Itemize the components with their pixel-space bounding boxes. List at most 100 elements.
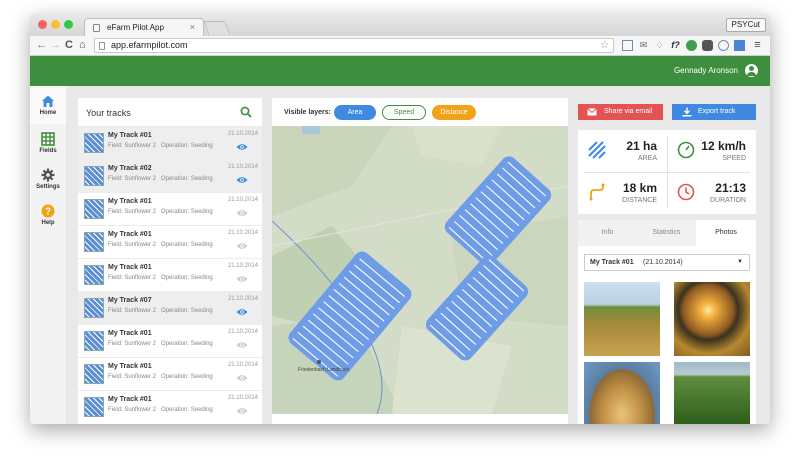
- layers-label: Visible layers:: [284, 109, 331, 116]
- track-row[interactable]: My Track #01 Field: Sunflower 2 Operation…: [78, 324, 262, 357]
- sidebar-item-home[interactable]: Home: [30, 88, 66, 124]
- forward-icon[interactable]: →: [50, 39, 61, 51]
- track-row[interactable]: My Track #02 Field: Sunflower 2 Operation…: [78, 159, 262, 192]
- track-meta: Field: Sunflower 2 Operation: Seeding: [108, 275, 213, 281]
- bookmark-star-icon[interactable]: ☆: [600, 39, 609, 52]
- layer-toggle-area[interactable]: Area: [334, 105, 376, 120]
- distance-label: DISTANCE: [622, 197, 657, 204]
- stat-speed: 12 km/h SPEED: [667, 130, 756, 172]
- download-icon: [682, 107, 692, 117]
- back-icon[interactable]: ←: [36, 39, 47, 51]
- visibility-eye-icon[interactable]: [236, 374, 248, 382]
- visibility-eye-icon[interactable]: [236, 407, 248, 415]
- export-track-button[interactable]: Export track: [672, 104, 756, 120]
- track-date: 21.10.2014: [227, 230, 258, 236]
- track-row[interactable]: My Track #01 Field: Sunflower 2 Operation…: [78, 126, 262, 159]
- maximize-window-button[interactable]: [64, 20, 73, 29]
- home-browser-icon[interactable]: ⌂: [79, 39, 86, 51]
- reload-icon[interactable]: C: [65, 39, 73, 51]
- speedometer-icon: [677, 141, 695, 159]
- stat-distance: 18 km DISTANCE: [578, 172, 667, 214]
- home-icon: [42, 95, 54, 107]
- clock-icon: [677, 183, 695, 201]
- track-name: My Track #01: [108, 363, 152, 370]
- url-text: app.efarmpilot.com: [111, 40, 188, 50]
- track-field: Field: Sunflower 2: [108, 308, 157, 314]
- help-icon: ?: [41, 204, 55, 218]
- tab-photos[interactable]: Photos: [696, 220, 756, 246]
- track-meta: Field: Sunflower 2 Operation: Seeding: [108, 407, 213, 413]
- track-operation: Operation: Seeding: [161, 275, 213, 281]
- track-row[interactable]: My Track #07 Field: Sunflower 2 Operation…: [78, 291, 262, 324]
- distance-value: 18 km: [622, 181, 657, 195]
- url-bar[interactable]: app.efarmpilot.com ☆: [94, 38, 614, 53]
- track-thumbnail: [84, 199, 104, 219]
- sidebar-item-fields[interactable]: Fields: [30, 126, 66, 162]
- map-view[interactable]: Friedenbach Landbach: [272, 126, 568, 414]
- share-email-button[interactable]: Share via email: [578, 104, 663, 120]
- visibility-eye-icon[interactable]: [236, 242, 248, 250]
- track-operation: Operation: Seeding: [161, 341, 213, 347]
- sidebar-item-settings[interactable]: Settings: [30, 162, 66, 198]
- track-operation: Operation: Seeding: [161, 242, 213, 248]
- track-date: 21.10.2014: [227, 395, 258, 401]
- mail-icon[interactable]: ✉: [638, 40, 649, 51]
- pocket-icon[interactable]: [702, 40, 713, 51]
- track-row[interactable]: My Track #01 Field: Sunflower 2 Operation…: [78, 225, 262, 258]
- track-date: 21.10.2014: [227, 197, 258, 203]
- search-icon[interactable]: [240, 106, 252, 118]
- track-date: 21.10.2014: [227, 263, 258, 269]
- photo-hay-bale[interactable]: [584, 362, 660, 424]
- track-date: 21.10.2014: [227, 164, 258, 170]
- menu-icon[interactable]: ≡: [752, 40, 763, 51]
- area-value: 21 ha: [626, 139, 657, 153]
- photo-wheat-field[interactable]: [584, 282, 660, 356]
- svg-text:?: ?: [45, 207, 51, 218]
- visibility-eye-icon[interactable]: [236, 275, 248, 283]
- duration-value: 21:13: [715, 181, 746, 195]
- cast-icon[interactable]: [734, 40, 745, 51]
- track-select[interactable]: My Track #01 (21.10.2014) ▼: [584, 254, 750, 271]
- function-icon[interactable]: f?: [670, 40, 681, 51]
- track-row[interactable]: My Track #01 Field: Sunflower 2 Operation…: [78, 258, 262, 291]
- track-date: 21.10.2014: [227, 362, 258, 368]
- layer-toggle-speed[interactable]: Speed: [382, 105, 426, 120]
- chevron-down-icon: ▼: [737, 259, 743, 265]
- browser-tab[interactable]: eFarm Pilot App ×: [84, 18, 204, 36]
- visibility-eye-icon[interactable]: [236, 143, 248, 151]
- track-meta: Field: Sunflower 2 Operation: Seeding: [108, 374, 213, 380]
- duration-label: DURATION: [709, 197, 746, 204]
- camera-icon[interactable]: [718, 40, 729, 51]
- gear-icon: [41, 168, 55, 182]
- track-row[interactable]: My Track #01 Field: Sunflower 2 Operation…: [78, 357, 262, 390]
- tab-close-icon[interactable]: ×: [190, 22, 195, 32]
- tab-statistics[interactable]: Statistics: [637, 220, 696, 246]
- user-name[interactable]: Gennady Aronson: [674, 66, 738, 75]
- chat-icon[interactable]: [686, 40, 697, 51]
- track-field: Field: Sunflower 2: [108, 143, 157, 149]
- bell-icon[interactable]: ♢: [654, 40, 665, 51]
- track-row[interactable]: My Track #01 Field: Sunflower 2 Operation…: [78, 390, 262, 423]
- photo-sunset-field[interactable]: [674, 282, 750, 356]
- user-avatar-icon[interactable]: [745, 64, 758, 77]
- layer-toggle-distance[interactable]: Distance: [432, 105, 476, 120]
- track-name: My Track #01: [108, 231, 152, 238]
- visibility-eye-icon[interactable]: [236, 308, 248, 316]
- track-date: 21.10.2014: [227, 296, 258, 302]
- close-window-button[interactable]: [38, 20, 47, 29]
- visibility-eye-icon[interactable]: [236, 209, 248, 217]
- track-thumbnail: [84, 364, 104, 384]
- new-tab-button[interactable]: [203, 21, 231, 35]
- track-thumbnail: [84, 133, 104, 153]
- visibility-eye-icon[interactable]: [236, 341, 248, 349]
- tab-info[interactable]: Info: [578, 220, 637, 246]
- photo-green-rows[interactable]: [674, 362, 750, 424]
- sidebar-item-help[interactable]: ? Help: [30, 198, 66, 234]
- minimize-window-button[interactable]: [51, 20, 60, 29]
- track-name: My Track #01: [108, 264, 152, 271]
- mail-icon: [587, 108, 597, 116]
- visibility-eye-icon[interactable]: [236, 176, 248, 184]
- track-row[interactable]: My Track #01 Field: Sunflower 2 Operation…: [78, 192, 262, 225]
- extension-screen-icon[interactable]: [622, 40, 633, 51]
- profile-button[interactable]: PSYCut: [725, 18, 766, 32]
